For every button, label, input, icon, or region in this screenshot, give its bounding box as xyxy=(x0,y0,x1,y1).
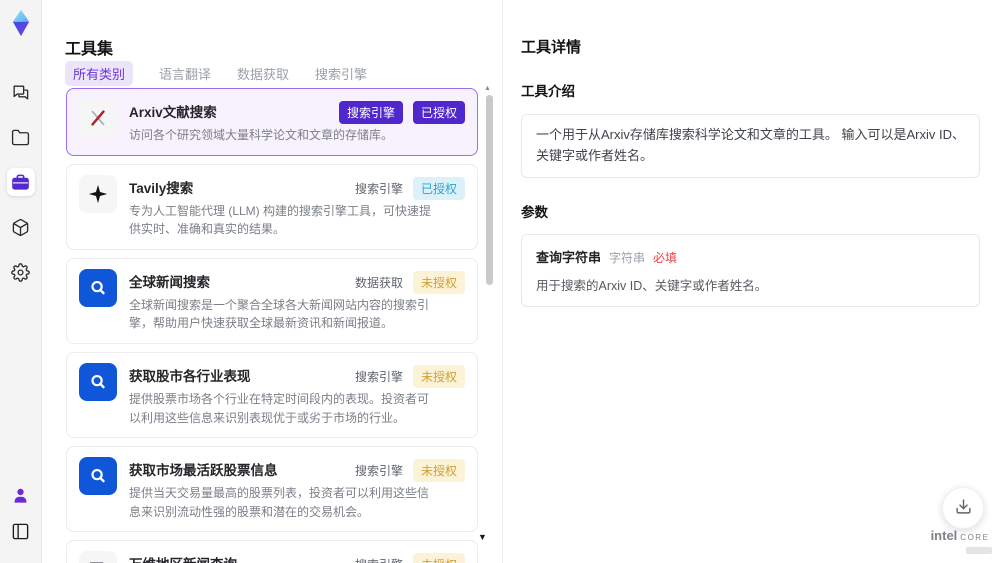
scrollbar-up-arrow-icon[interactable]: ▲ xyxy=(484,85,491,92)
app-logo-icon xyxy=(6,8,36,38)
news-search-icon xyxy=(79,362,117,401)
tavily-star-icon xyxy=(79,174,117,213)
tool-card-sector-performance[interactable]: 获取股市各行业表现 提供股票市场各个行业在特定时间段内的表现。投资者可以利用这些… xyxy=(66,351,478,439)
app-window: 工具集 所有类别 语言翻译 数据获取 搜索引擎 Arxiv文献搜索 访问各个研究… xyxy=(0,0,1000,563)
tab-data-fetch[interactable]: 数据获取 xyxy=(237,64,289,83)
tool-card-arxiv[interactable]: Arxiv文献搜索 访问各个研究领域大量科学论文和文章的存储库。 搜索引擎 已授… xyxy=(66,88,478,156)
category-badge: 搜索引擎 xyxy=(354,464,403,479)
tool-card-tavily[interactable]: Tavily搜索 专为人工智能代理 (LLM) 构建的搜索引擎工具，可快速提供实… xyxy=(66,163,478,250)
tool-card-global-news[interactable]: 全球新闻搜索 全球新闻搜索是一个聚合全球各大新闻网站内容的搜索引擎，帮助用户快速… xyxy=(66,257,478,344)
tool-card-regional-news[interactable]: 万维地区新闻查询 查询具体行政区划内的新闻，快速了解各地新闻动 搜索引擎 未授权 xyxy=(66,540,478,563)
category-badge: 搜索引擎 xyxy=(354,181,403,196)
newspaper-icon xyxy=(79,551,117,563)
toolbox-icon[interactable] xyxy=(6,168,35,196)
news-search-icon xyxy=(79,268,117,307)
auth-badge: 已授权 xyxy=(412,101,465,124)
news-search-icon xyxy=(79,457,117,496)
settings-gear-icon[interactable] xyxy=(7,258,35,286)
auth-badge: 已授权 xyxy=(412,176,465,200)
user-avatar-icon[interactable] xyxy=(7,481,35,509)
tab-all-categories[interactable]: 所有类别 xyxy=(65,61,134,86)
download-button[interactable] xyxy=(942,487,984,529)
param-card: 查询字符串 字符串 必填 用于搜索的Arxiv ID、关键字或作者姓名。 xyxy=(521,234,980,308)
param-required-badge: 必填 xyxy=(653,251,678,266)
category-badge: 搜索引擎 xyxy=(338,101,403,124)
param-description: 用于搜索的Arxiv ID、关键字或作者姓名。 xyxy=(536,279,768,294)
tool-description: 提供当天交易量最高的股票列表，投资者可以利用这些信息来识别流动性强的股票和潜在的… xyxy=(129,486,430,519)
tool-card-active-stocks[interactable]: 获取市场最活跃股票信息 提供当天交易量最高的股票列表，投资者可以利用这些信息来识… xyxy=(66,446,478,533)
scrollbar-thumb[interactable] xyxy=(486,95,493,285)
category-badge: 数据获取 xyxy=(354,275,403,290)
panel-toggle-icon[interactable] xyxy=(7,517,35,545)
intel-core-logo: intel core xyxy=(924,527,996,554)
page-title: 工具集 xyxy=(65,40,114,58)
rail-bottom xyxy=(7,481,35,545)
auth-badge: 未授权 xyxy=(412,270,465,294)
tool-description: 提供股票市场各个行业在特定时间段内的表现。投资者可以利用这些信息来识别表现优于或… xyxy=(129,391,430,425)
tab-search-engine[interactable]: 搜索引擎 xyxy=(315,64,367,83)
auth-badge: 未授权 xyxy=(412,364,465,388)
tool-description: 全球新闻搜索是一个聚合全球各大新闻网站内容的搜索引擎，帮助用户快速获取全球最新资… xyxy=(129,297,430,331)
tool-detail-panel: 工具详情 工具介绍 一个用于从Arxiv存储库搜索科学论文和文章的工具。 输入可… xyxy=(502,0,1000,563)
cube-icon[interactable] xyxy=(7,213,35,241)
intro-text: 一个用于从Arxiv存储库搜索科学论文和文章的工具。 输入可以是Arxiv ID… xyxy=(536,126,966,163)
param-name: 查询字符串 xyxy=(536,250,602,266)
auth-badge: 未授权 xyxy=(412,553,465,563)
brand-intel: intel xyxy=(930,528,958,543)
brand-sub-mark xyxy=(966,547,992,554)
intro-heading: 工具介绍 xyxy=(521,84,575,100)
category-badge: 搜索引擎 xyxy=(355,553,403,563)
tool-description: 专为人工智能代理 (LLM) 构建的搜索引擎工具，可快速提供实时、准确和真实的结… xyxy=(129,203,432,237)
params-heading: 参数 xyxy=(521,204,548,220)
brand-core: core xyxy=(960,531,990,543)
tool-list: Arxiv文献搜索 访问各个研究领域大量科学论文和文章的存储库。 搜索引擎 已授… xyxy=(66,88,478,563)
folder-icon[interactable] xyxy=(7,123,35,151)
intro-box: 一个用于从Arxiv存储库搜索科学论文和文章的工具。 输入可以是Arxiv ID… xyxy=(521,113,980,178)
auth-badge: 未授权 xyxy=(412,459,465,483)
detail-title: 工具详情 xyxy=(521,39,582,57)
download-icon xyxy=(955,498,972,518)
arxiv-icon xyxy=(79,99,117,137)
category-badge: 搜索引擎 xyxy=(354,369,403,384)
tool-list-panel: 工具集 所有类别 语言翻译 数据获取 搜索引擎 Arxiv文献搜索 访问各个研究… xyxy=(42,0,502,563)
chat-icon[interactable] xyxy=(7,78,35,106)
tab-language-translation[interactable]: 语言翻译 xyxy=(159,64,211,83)
param-type: 字符串 xyxy=(609,251,646,266)
category-tabs: 所有类别 语言翻译 数据获取 搜索引擎 xyxy=(65,61,367,86)
left-rail xyxy=(0,0,42,563)
scroll-down-arrow-icon[interactable]: ▼ xyxy=(478,532,487,542)
tool-description: 访问各个研究领域大量科学论文和文章的存储库。 xyxy=(129,128,394,142)
tool-name: 万维地区新闻查询 xyxy=(129,553,393,563)
rail-nav xyxy=(6,78,35,286)
